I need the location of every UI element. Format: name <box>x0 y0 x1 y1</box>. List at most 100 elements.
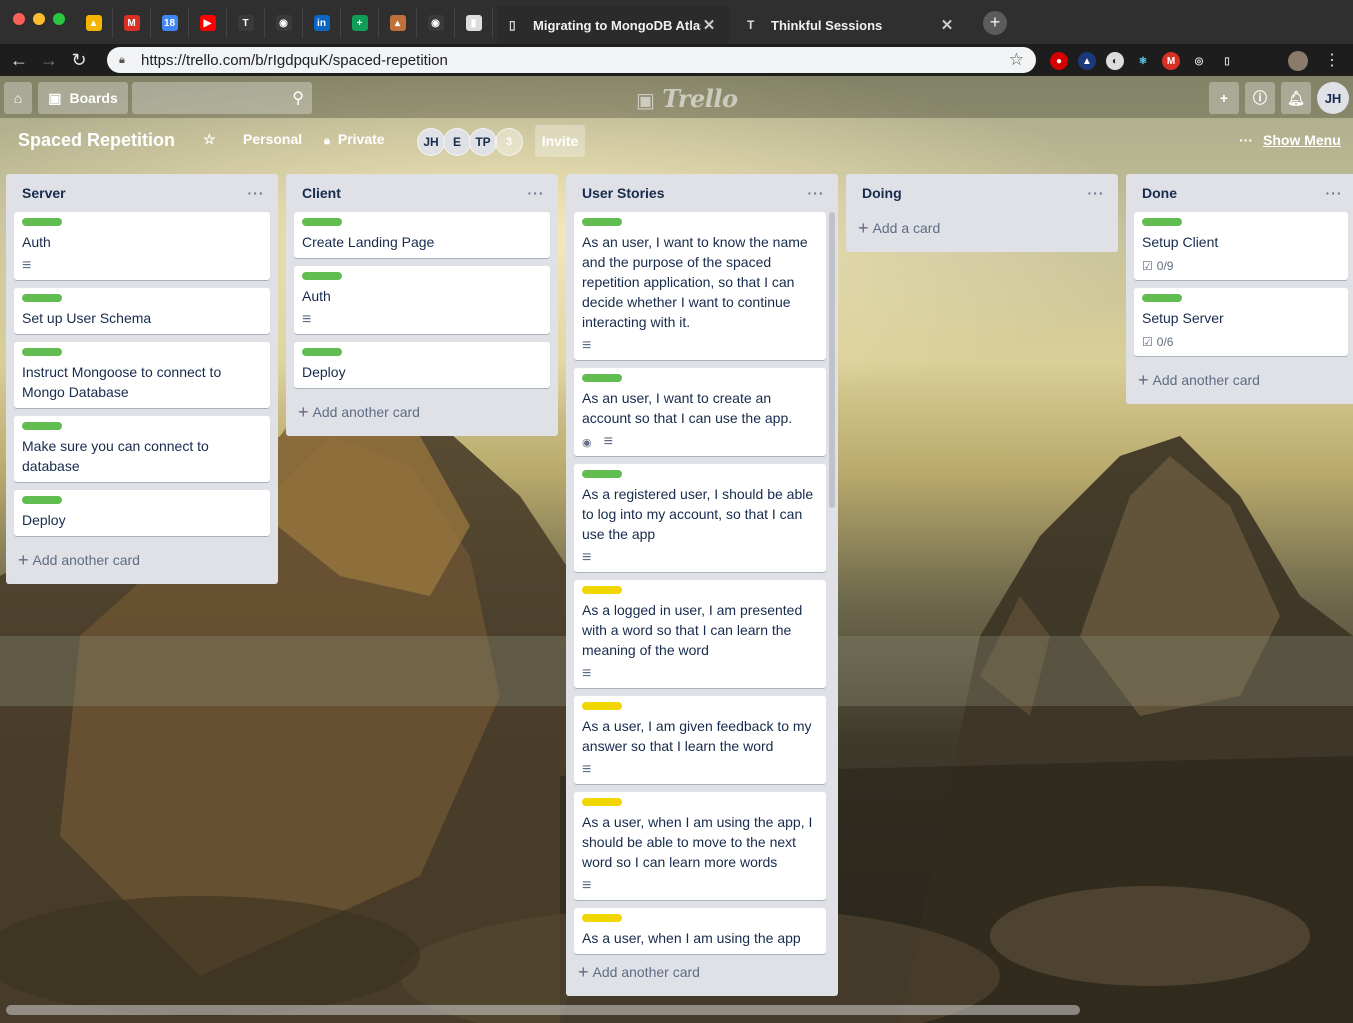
target-icon[interactable]: ◎ <box>1190 52 1208 70</box>
add-card-button[interactable]: + Add another card <box>1134 364 1348 396</box>
card-label-green[interactable] <box>582 374 622 382</box>
card-label-green[interactable] <box>22 348 62 356</box>
card[interactable]: Set up User Schema <box>14 288 270 334</box>
ublock-icon[interactable]: ● <box>1050 52 1068 70</box>
pinned-tab[interactable]: + <box>341 8 379 38</box>
notifications-button[interactable]: 🔔︎ <box>1281 82 1311 114</box>
react-devtools-icon[interactable]: ⚛ <box>1134 52 1152 70</box>
card-label-green[interactable] <box>22 294 62 302</box>
window-maximize-button[interactable] <box>53 13 65 25</box>
list-title[interactable]: Server <box>22 185 242 201</box>
list-title[interactable]: Doing <box>862 185 1082 201</box>
team-button[interactable]: Personal <box>243 131 302 147</box>
close-icon[interactable]: ✕ <box>701 16 717 34</box>
add-card-button[interactable]: + Add another card <box>294 396 550 428</box>
extension-triangle-icon[interactable]: ▲ <box>1078 52 1096 70</box>
close-icon[interactable]: ✕ <box>939 16 955 34</box>
show-menu-button[interactable]: ··· Show Menu <box>1239 132 1341 148</box>
back-arrow-icon[interactable]: ← <box>4 50 34 71</box>
new-tab-button[interactable]: + <box>983 11 1007 35</box>
pinned-tab[interactable]: ▶ <box>189 8 227 38</box>
profile-avatar[interactable] <box>1288 51 1308 71</box>
list-header[interactable]: Done ··· <box>1134 174 1348 212</box>
member-avatar[interactable]: TP <box>469 128 497 156</box>
list-menu-icon[interactable]: ··· <box>802 185 830 201</box>
card[interactable]: Auth ≡ <box>294 266 550 334</box>
card[interactable]: Deploy <box>294 342 550 388</box>
pinned-tab[interactable]: in <box>303 8 341 38</box>
user-avatar[interactable]: JH <box>1317 82 1349 114</box>
list-menu-icon[interactable]: ··· <box>242 185 270 201</box>
card-label-yellow[interactable] <box>582 586 622 594</box>
member-count[interactable]: 3 <box>495 128 523 156</box>
tab-thinkful-sessions[interactable]: T Thinkful Sessions ✕ <box>735 6 967 44</box>
card-label-green[interactable] <box>1142 218 1182 226</box>
visibility-button[interactable]: 🔒︎ Private <box>324 131 385 148</box>
reload-icon[interactable]: ↻ <box>64 50 94 71</box>
board-title[interactable]: Spaced Repetition <box>18 130 175 151</box>
card-label-green[interactable] <box>582 470 622 478</box>
card-label-green[interactable] <box>302 348 342 356</box>
card[interactable]: As a logged in user, I am presented with… <box>574 580 826 688</box>
card-label-yellow[interactable] <box>582 914 622 922</box>
pinned-tab[interactable]: ◉ <box>265 8 303 38</box>
card[interactable]: As a user, I am given feedback to my ans… <box>574 696 826 784</box>
list-title[interactable]: User Stories <box>582 185 802 201</box>
window-close-button[interactable] <box>13 13 25 25</box>
card[interactable]: As an user, I want to create an account … <box>574 368 826 456</box>
card[interactable]: Setup Client ☑ 0/9 <box>1134 212 1348 280</box>
list-menu-icon[interactable]: ··· <box>522 185 550 201</box>
window-minimize-button[interactable] <box>33 13 45 25</box>
card-label-green[interactable] <box>22 218 62 226</box>
bookmark-star-icon[interactable]: ☆ <box>1009 50 1024 70</box>
list-header[interactable]: Server ··· <box>14 174 270 212</box>
page-icon[interactable]: ▯ <box>1218 52 1236 70</box>
pinned-tab[interactable]: ▲ <box>75 8 113 38</box>
list-title[interactable]: Done <box>1142 185 1320 201</box>
horizontal-scrollbar[interactable] <box>6 1005 1080 1015</box>
address-bar[interactable]: 🔒︎ https://trello.com/b/rIgdpquK/spaced-… <box>107 47 1036 73</box>
list-header[interactable]: User Stories ··· <box>574 174 830 212</box>
extension-circle-icon[interactable]: ◐ <box>1106 52 1124 70</box>
card-label-yellow[interactable] <box>582 798 622 806</box>
browser-menu-icon[interactable]: ⋮ <box>1324 50 1340 70</box>
forward-arrow-icon[interactable]: → <box>34 50 64 71</box>
tab-migrating-atlas[interactable]: ▯ Migrating to MongoDB Atlas | r ✕ <box>497 6 729 44</box>
card-label-green[interactable] <box>1142 294 1182 302</box>
list-menu-icon[interactable]: ··· <box>1082 185 1110 201</box>
pinned-tab[interactable]: M <box>113 8 151 38</box>
list-title[interactable]: Client <box>302 185 522 201</box>
list-menu-icon[interactable]: ··· <box>1320 185 1348 201</box>
add-card-button[interactable]: + Add another card <box>14 544 270 576</box>
card[interactable]: Auth ≡ <box>14 212 270 280</box>
list-scrollbar[interactable] <box>829 212 835 508</box>
card[interactable]: Create Landing Page <box>294 212 550 258</box>
boards-button[interactable]: ▣ Boards <box>38 82 128 114</box>
pinned-tab[interactable]: ▴ <box>379 8 417 38</box>
card[interactable]: Setup Server ☑ 0/6 <box>1134 288 1348 356</box>
member-avatar[interactable]: E <box>443 128 471 156</box>
add-card-button[interactable]: + Add another card <box>574 956 830 988</box>
card-label-green[interactable] <box>582 218 622 226</box>
card[interactable]: As a registered user, I should be able t… <box>574 464 826 572</box>
card-label-green[interactable] <box>302 218 342 226</box>
create-button[interactable]: + <box>1209 82 1239 114</box>
add-card-button[interactable]: + Add a card <box>854 212 1110 244</box>
star-icon[interactable]: ☆ <box>203 131 216 148</box>
invite-button[interactable]: Invite <box>535 125 585 157</box>
gmail-checker-icon[interactable]: M <box>1162 52 1180 70</box>
card-label-green[interactable] <box>302 272 342 280</box>
card[interactable]: Make sure you can connect to database <box>14 416 270 482</box>
pinned-tab[interactable]: ◉ <box>417 8 455 38</box>
pinned-tab[interactable]: T <box>227 8 265 38</box>
home-button[interactable]: ⌂ <box>4 82 32 114</box>
member-avatar[interactable]: JH <box>417 128 445 156</box>
info-button[interactable]: ⓘ <box>1245 82 1275 114</box>
card-label-green[interactable] <box>22 422 62 430</box>
pinned-tab[interactable]: ▮ <box>455 8 493 38</box>
card[interactable]: As an user, I want to know the name and … <box>574 212 826 360</box>
card[interactable]: As a user, when I am using the app <box>574 908 826 954</box>
card[interactable]: Instruct Mongoose to connect to Mongo Da… <box>14 342 270 408</box>
list-header[interactable]: Doing ··· <box>854 174 1110 212</box>
card[interactable]: As a user, when I am using the app, I sh… <box>574 792 826 900</box>
